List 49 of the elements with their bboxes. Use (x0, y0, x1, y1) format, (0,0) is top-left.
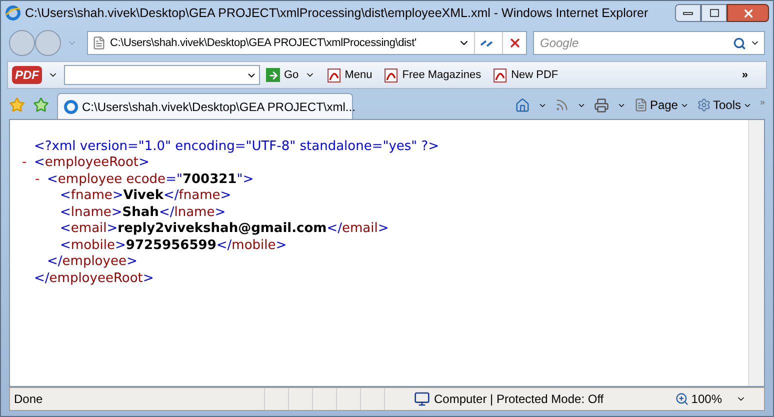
close-icon (742, 6, 754, 20)
page-menu-button[interactable]: Page (634, 96, 689, 114)
overflow-chevron[interactable]: » (760, 96, 765, 110)
go-button[interactable]: Go (266, 66, 299, 84)
page-icon (634, 98, 648, 112)
xml-line: <employeeRoot> (34, 156, 150, 170)
security-zone: Computer | Protected Mode: Off (434, 391, 604, 408)
stop-icon[interactable] (508, 36, 522, 50)
pdf-logo[interactable]: PDF (12, 66, 42, 84)
overflow-chevron[interactable]: » (742, 66, 762, 84)
toolbar-search-field[interactable] (64, 65, 260, 85)
search-icon[interactable] (733, 36, 746, 50)
gear-icon (696, 98, 711, 112)
collapse-toggle[interactable]: - (22, 156, 34, 170)
window-title: C:\Users\shah.vivek\Desktop\GEA PROJECT\xmlProcessing\dist\employeeXML.xml - Windows Internet Explorer (25, 4, 650, 22)
home-icon[interactable] (514, 98, 530, 112)
xml-line: <?xml version="1.0" encoding="UTF-8" standalone="yes" ?> (34, 140, 440, 153)
feed-icon[interactable] (554, 98, 569, 112)
minimize-button[interactable] (675, 4, 701, 22)
scrollbar[interactable] (748, 120, 764, 386)
browser-tab[interactable]: C:\Users\shah.vivek\Desktop\GEA PROJECT\xml... (57, 93, 353, 119)
favorites-star-icon[interactable] (9, 97, 25, 113)
xml-line: <employee ecode="700321"> (47, 172, 254, 186)
xml-line: <mobile>9725956599</mobile> (60, 238, 287, 252)
computer-icon (414, 391, 430, 407)
tools-menu-button[interactable]: Tools (696, 96, 752, 114)
xml-line: </employee> (47, 255, 138, 268)
toolbar-button[interactable]: New PDF (493, 66, 558, 84)
collapse-toggle[interactable]: - (35, 172, 47, 186)
pdf-document-icon (326, 68, 341, 82)
address-field[interactable]: C:\Users\shah.vivek\Desktop\GEA PROJECT\xmlProcessing\dist' (87, 31, 527, 55)
search-field[interactable]: Google (533, 31, 765, 55)
add-favorite-star-icon[interactable] (33, 97, 49, 113)
document-icon (92, 36, 106, 50)
print-icon[interactable] (594, 98, 609, 112)
pdf-document-icon (384, 68, 398, 82)
toolbar-button[interactable]: Free Magazines (384, 66, 482, 84)
zoom-icon (675, 392, 690, 406)
xml-line: <email>reply2vivekshah@gmail.com</email> (60, 222, 389, 236)
toolbar-button[interactable]: Menu (326, 66, 372, 84)
xml-line: </employeeRoot> (34, 272, 154, 285)
xml-line: <fname>Vivek</fname> (60, 189, 232, 202)
pdf-document-icon (493, 68, 508, 82)
status-text: Done (13, 391, 44, 408)
maximize-button[interactable] (701, 4, 727, 22)
zoom-button[interactable]: 100% (675, 390, 764, 408)
close-button[interactable] (727, 4, 769, 22)
browser-logo-icon (5, 5, 21, 21)
xml-line: <lname>Shah</lname> (60, 206, 226, 219)
